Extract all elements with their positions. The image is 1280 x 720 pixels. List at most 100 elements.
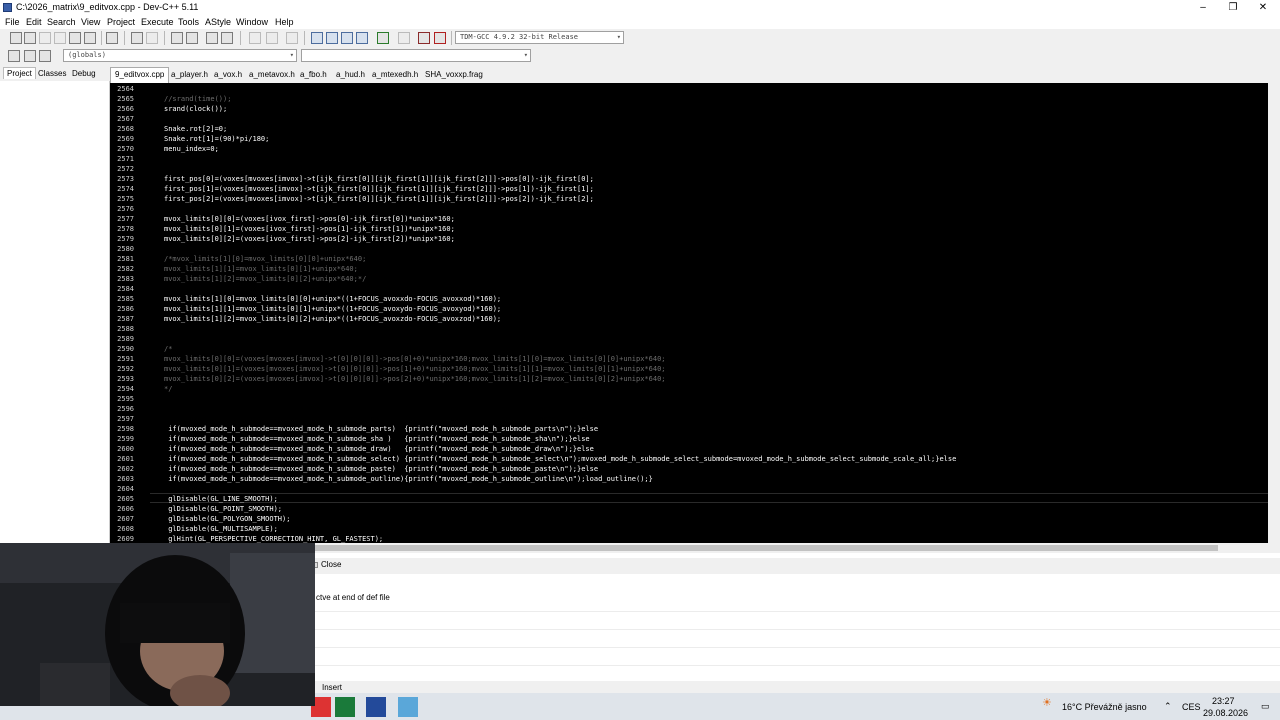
stop-icon[interactable] <box>398 32 410 44</box>
close-output-button[interactable]: Close <box>312 560 341 569</box>
redo-icon[interactable] <box>146 32 158 44</box>
chevron-up-icon[interactable]: ⌃ <box>1164 701 1172 712</box>
code-line[interactable]: mvox_limits[0][2]=(voxes[ivox_first]->po… <box>164 234 455 244</box>
code-line[interactable]: mvox_limits[0][1]=(voxes[ivox_first]->po… <box>164 224 455 234</box>
file-tab-editvox[interactable]: 9_editvox.cpp <box>110 67 170 83</box>
clock-time[interactable]: 23:27 <box>1212 696 1235 706</box>
check-icon[interactable] <box>377 32 389 44</box>
save-all-icon[interactable] <box>54 32 66 44</box>
run-icon[interactable] <box>326 32 338 44</box>
insert-icon[interactable] <box>24 50 36 62</box>
code-line[interactable]: if(mvoxed_mode_h_submode==mvoxed_mode_h_… <box>164 454 956 464</box>
profile-icon[interactable] <box>418 32 430 44</box>
debug-icon[interactable] <box>434 32 446 44</box>
code-editor[interactable]: 2564 2565 2566 2567 2568 2569 2570 2571 2572 2573… <box>110 83 1268 543</box>
undo-icon[interactable] <box>131 32 143 44</box>
vertical-scrollbar[interactable] <box>1268 83 1280 543</box>
file-tab-shader[interactable]: SHA_voxxp.frag <box>425 70 483 79</box>
menu-view[interactable]: View <box>81 17 100 27</box>
menu-help[interactable]: Help <box>275 17 294 27</box>
file-tab-vox[interactable]: a_vox.h <box>214 70 242 79</box>
code-line[interactable]: mvox_limits[0][1]=(voxes[mvoxes[imvox]->… <box>164 364 666 374</box>
code-line[interactable]: menu_index=0; <box>164 144 219 154</box>
file-tab-fbo[interactable]: a_fbo.h <box>300 70 327 79</box>
file-tab-hud[interactable]: a_hud.h <box>336 70 365 79</box>
code-line[interactable]: if(mvoxed_mode_h_submode==mvoxed_mode_h_… <box>164 464 598 474</box>
menu-file[interactable]: File <box>5 17 20 27</box>
menu-search[interactable]: Search <box>47 17 76 27</box>
code-line[interactable]: mvox_limits[1][2]=mvox_limits[0][2]+unip… <box>164 274 366 284</box>
code-line[interactable]: first_pos[0]=(voxes[mvoxes[imvox]->t[ijk… <box>164 174 594 184</box>
taskbar-app-icon[interactable] <box>398 697 418 717</box>
code-line[interactable]: glDisable(GL_LINE_SMOOTH); <box>164 494 278 504</box>
file-tab-metavox[interactable]: a_metavox.h <box>249 70 295 79</box>
goto-line-icon[interactable] <box>206 32 218 44</box>
tab-classes[interactable]: Classes <box>38 69 66 78</box>
print-icon[interactable] <box>106 32 118 44</box>
back-icon[interactable] <box>249 32 261 44</box>
code-line[interactable]: //srand(time()); <box>164 94 231 104</box>
forward-icon[interactable] <box>266 32 278 44</box>
save-icon[interactable] <box>39 32 51 44</box>
close-window-button[interactable]: ✕ <box>1248 0 1278 15</box>
menu-project[interactable]: Project <box>107 17 135 27</box>
file-tab-player[interactable]: a_player.h <box>171 70 208 79</box>
language-indicator[interactable]: CES <box>1182 702 1201 712</box>
bookmark-icon[interactable] <box>286 32 298 44</box>
menu-astyle[interactable]: AStyle <box>205 17 231 27</box>
code-line[interactable]: if(mvoxed_mode_h_submode==mvoxed_mode_h_… <box>164 424 598 434</box>
code-line[interactable]: mvox_limits[1][0]=mvox_limits[0][0]+unip… <box>164 294 501 304</box>
code-line[interactable]: mvox_limits[0][0]=(voxes[ivox_first]->po… <box>164 214 455 224</box>
notifications-icon[interactable]: ▭ <box>1261 701 1270 712</box>
code-line[interactable]: Snake.rot[1]=(90)*pi/180; <box>164 134 269 144</box>
code-line[interactable]: glDisable(GL_MULTISAMPLE); <box>164 524 278 534</box>
code-line[interactable]: mvox_limits[1][2]=mvox_limits[0][2]+unip… <box>164 314 501 324</box>
open-file-icon[interactable] <box>24 32 36 44</box>
compiler-select[interactable]: TDM-GCC 4.9.2 32-bit Release ▾ <box>455 31 624 44</box>
replace-icon[interactable] <box>186 32 198 44</box>
code-line[interactable]: */ <box>164 384 172 394</box>
taskbar-app-icon[interactable] <box>335 697 355 717</box>
code-line[interactable]: glDisable(GL_POLYGON_SMOOTH); <box>164 514 290 524</box>
weather-text[interactable]: 16°C Převážně jasno <box>1062 702 1147 712</box>
tab-project[interactable]: Project <box>3 67 36 79</box>
line-number: 2596 <box>117 405 134 413</box>
code-line[interactable]: srand(clock()); <box>164 104 227 114</box>
code-line[interactable]: Snake.rot[2]=0; <box>164 124 227 134</box>
maximize-button[interactable]: ❐ <box>1218 0 1248 15</box>
find-icon[interactable] <box>171 32 183 44</box>
code-line[interactable]: mvox_limits[1][1]=mvox_limits[0][1]+unip… <box>164 304 501 314</box>
code-line[interactable]: if(mvoxed_mode_h_submode==mvoxed_mode_h_… <box>164 444 594 454</box>
toggle-icon[interactable] <box>39 50 51 62</box>
close-all-icon[interactable] <box>84 32 96 44</box>
code-line[interactable]: mvox_limits[0][2]=(voxes[mvoxes[imvox]->… <box>164 374 666 384</box>
code-line[interactable]: if(mvoxed_mode_h_submode==mvoxed_mode_h_… <box>164 434 589 444</box>
class-browser-icon[interactable] <box>8 50 20 62</box>
code-line[interactable]: first_pos[2]=(voxes[mvoxes[imvox]->t[ijk… <box>164 194 594 204</box>
code-line[interactable]: glHint(GL_PERSPECTIVE_CORRECTION_HINT, G… <box>164 534 383 543</box>
file-tab-mtexedh[interactable]: a_mtexedh.h <box>372 70 418 79</box>
menu-window[interactable]: Window <box>236 17 268 27</box>
code-line[interactable]: first_pos[1]=(voxes[mvoxes[imvox]->t[ijk… <box>164 184 594 194</box>
code-line[interactable]: /*mvox_limits[1][0]=mvox_limits[0][0]+un… <box>164 254 366 264</box>
code-line[interactable]: if(mvoxed_mode_h_submode==mvoxed_mode_h_… <box>164 474 653 484</box>
close-file-icon[interactable] <box>69 32 81 44</box>
scope-select[interactable]: (globals) ▾ <box>63 49 297 62</box>
indent-icon[interactable] <box>221 32 233 44</box>
compile-icon[interactable] <box>311 32 323 44</box>
member-select[interactable]: ▾ <box>301 49 531 62</box>
code-line[interactable]: mvox_limits[1][1]=mvox_limits[0][1]+unip… <box>164 264 358 274</box>
new-file-icon[interactable] <box>10 32 22 44</box>
code-line[interactable]: mvox_limits[0][0]=(voxes[mvoxes[imvox]->… <box>164 354 666 364</box>
menu-tools[interactable]: Tools <box>178 17 199 27</box>
rebuild-icon[interactable] <box>356 32 368 44</box>
menu-execute[interactable]: Execute <box>141 17 174 27</box>
compile-run-icon[interactable] <box>341 32 353 44</box>
code-line[interactable]: /* <box>164 344 172 354</box>
devcpp-taskbar-icon[interactable] <box>366 697 386 717</box>
clock-date[interactable]: 29.08.2026 <box>1203 708 1248 718</box>
menu-edit[interactable]: Edit <box>26 17 42 27</box>
code-line[interactable]: glDisable(GL_POINT_SMOOTH); <box>164 504 282 514</box>
minimize-button[interactable]: – <box>1188 0 1218 15</box>
tab-debug[interactable]: Debug <box>72 69 96 78</box>
